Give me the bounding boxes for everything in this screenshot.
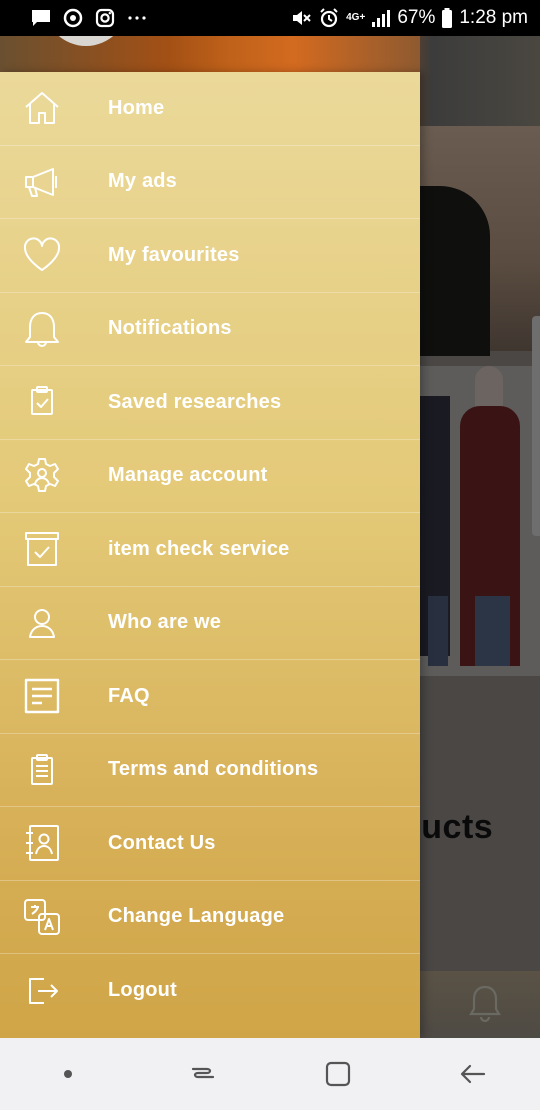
menu-item-my-ads[interactable]: My ads bbox=[0, 146, 420, 219]
alarm-icon bbox=[318, 7, 340, 29]
box-check-icon bbox=[0, 513, 84, 586]
menu-label-manage-account: Manage account bbox=[108, 464, 268, 487]
person-icon bbox=[0, 587, 84, 660]
clipboard-list-icon bbox=[0, 734, 84, 807]
background-fashion-image bbox=[420, 366, 540, 676]
signal-icon bbox=[371, 8, 391, 28]
menu-item-who-are-we[interactable]: Who are we bbox=[0, 587, 420, 660]
menu-item-faq[interactable]: FAQ bbox=[0, 660, 420, 734]
menu-item-manage-account[interactable]: Manage account bbox=[0, 440, 420, 513]
menu-label-terms-and-conditions: Terms and conditions bbox=[108, 758, 319, 781]
menu-item-item-check-service[interactable]: item check service bbox=[0, 513, 420, 587]
clock: 1:28 pm bbox=[459, 7, 528, 28]
menu-item-my-favourites[interactable]: My favourites bbox=[0, 219, 420, 293]
home-button-icon[interactable] bbox=[308, 1044, 368, 1104]
background-banner-image bbox=[420, 126, 540, 356]
translate-icon bbox=[0, 881, 84, 954]
menu-label-notifications: Notifications bbox=[108, 317, 232, 340]
background-scroll-edge bbox=[532, 316, 540, 536]
home-icon bbox=[0, 72, 84, 145]
menu-label-my-ads: My ads bbox=[108, 170, 178, 193]
screen: 4G+ 67% 1:28 pm ducts Home My ads My fav… bbox=[0, 0, 540, 1110]
dot-icon[interactable] bbox=[38, 1044, 98, 1104]
status-bar: 4G+ 67% 1:28 pm bbox=[0, 0, 540, 36]
menu-label-item-check-service: item check service bbox=[108, 537, 290, 560]
mute-icon bbox=[290, 7, 312, 29]
avatar[interactable] bbox=[44, 36, 128, 46]
menu-label-change-language: Change Language bbox=[108, 905, 285, 928]
menu-item-home[interactable]: Home bbox=[0, 72, 420, 146]
menu-item-terms-and-conditions[interactable]: Terms and conditions bbox=[0, 734, 420, 807]
drawer-header bbox=[0, 36, 420, 72]
menu-item-change-language[interactable]: Change Language bbox=[0, 881, 420, 954]
instagram-icon bbox=[94, 7, 116, 29]
heart-icon bbox=[0, 219, 84, 292]
system-navigation-bar bbox=[0, 1038, 540, 1110]
menu-label-contact-us: Contact Us bbox=[108, 831, 216, 854]
menu-item-notifications[interactable]: Notifications bbox=[0, 293, 420, 366]
gear-user-icon bbox=[0, 440, 84, 513]
more-icon bbox=[126, 7, 148, 29]
menu-label-who-are-we: Who are we bbox=[108, 611, 222, 634]
contact-book-icon bbox=[0, 807, 84, 880]
message-icon bbox=[30, 7, 52, 29]
battery-percent: 67% bbox=[397, 7, 436, 28]
clipboard-check-icon bbox=[0, 366, 84, 439]
back-icon[interactable] bbox=[443, 1044, 503, 1104]
network-icon: 4G+ bbox=[346, 13, 365, 23]
background-bottom-bar bbox=[420, 971, 540, 1038]
menu-item-logout[interactable]: Logout bbox=[0, 954, 420, 1028]
menu-item-saved-researches[interactable]: Saved researches bbox=[0, 366, 420, 440]
recents-icon[interactable] bbox=[173, 1044, 233, 1104]
menu-label-logout: Logout bbox=[108, 979, 177, 1002]
logout-icon bbox=[0, 954, 84, 1028]
megaphone-icon bbox=[0, 146, 84, 219]
background-bell-icon bbox=[468, 983, 502, 1028]
menu-label-saved-researches: Saved researches bbox=[108, 390, 282, 413]
menu-label-home: Home bbox=[108, 96, 165, 119]
navigation-drawer: Home My ads My favourites Notifications bbox=[0, 72, 420, 1038]
network-label: 4G+ bbox=[346, 12, 366, 23]
menu-label-faq: FAQ bbox=[108, 684, 150, 707]
menu-label-my-favourites: My favourites bbox=[108, 243, 240, 266]
menu-item-contact-us[interactable]: Contact Us bbox=[0, 807, 420, 881]
document-lines-icon bbox=[0, 660, 84, 733]
sync-icon bbox=[62, 7, 84, 29]
status-right-icons: 4G+ 67% 1:28 pm bbox=[290, 7, 528, 29]
status-left-icons bbox=[30, 7, 148, 29]
battery-icon bbox=[441, 7, 453, 29]
bell-icon bbox=[0, 293, 84, 366]
